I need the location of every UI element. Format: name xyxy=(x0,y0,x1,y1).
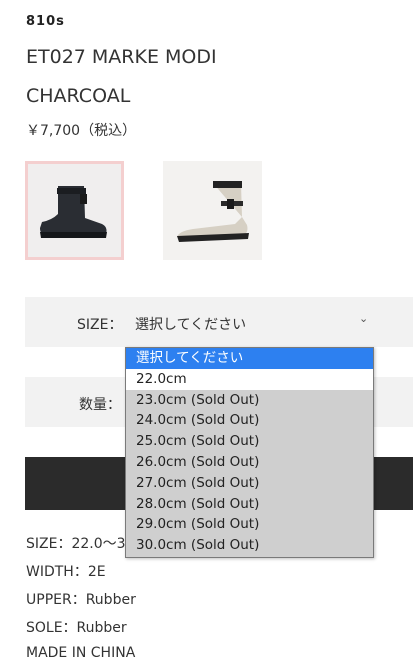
size-option[interactable]: 25.0cm (Sold Out) xyxy=(126,431,373,452)
product-title-line1: ET027 MARKE MODI xyxy=(26,46,217,68)
size-select-value[interactable]: 選択してください xyxy=(135,314,246,334)
product-price: ￥7,700（税込） xyxy=(26,123,137,139)
spec-width: WIDTH：2E xyxy=(26,564,106,580)
size-option[interactable]: 24.0cm (Sold Out) xyxy=(126,410,373,431)
size-option[interactable]: 28.0cm (Sold Out) xyxy=(126,494,373,515)
size-label: SIZE： xyxy=(77,317,123,333)
size-select-row[interactable]: SIZE： 選択してください ⌄ xyxy=(25,297,413,347)
size-option[interactable]: 30.0cm (Sold Out) xyxy=(126,535,373,556)
spec-size: SIZE：22.0〜3 xyxy=(26,536,126,552)
product-title-line2: CHARCOAL xyxy=(26,85,131,107)
boot-charcoal-image xyxy=(40,186,107,238)
thumbnail-beige[interactable] xyxy=(163,161,262,260)
size-option[interactable]: 選択してください xyxy=(126,348,373,369)
quantity-label: 数量： xyxy=(79,397,121,413)
thumbnail-charcoal[interactable] xyxy=(25,161,124,260)
size-option[interactable]: 23.0cm (Sold Out) xyxy=(126,390,373,411)
size-option[interactable]: 22.0cm xyxy=(126,368,373,390)
size-option[interactable]: 27.0cm (Sold Out) xyxy=(126,473,373,494)
size-option[interactable]: 26.0cm (Sold Out) xyxy=(126,452,373,473)
spec-sole: SOLE：Rubber xyxy=(26,620,127,636)
boot-beige-image xyxy=(177,181,249,242)
spec-origin: MADE IN CHINA xyxy=(26,645,136,661)
chevron-down-icon[interactable]: ⌄ xyxy=(359,312,368,325)
size-option[interactable]: 29.0cm (Sold Out) xyxy=(126,514,373,535)
spec-upper: UPPER：Rubber xyxy=(26,592,136,608)
size-dropdown-list[interactable]: 選択してください 22.0cm 23.0cm (Sold Out) 24.0cm… xyxy=(125,347,374,558)
brand-name: 810s xyxy=(26,14,65,29)
